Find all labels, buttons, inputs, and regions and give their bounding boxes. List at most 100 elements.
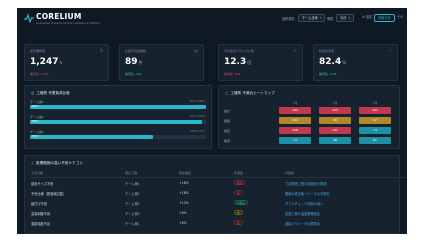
table-header-category: 不良分類 xyxy=(31,171,44,175)
cell-category: 塗装剥離不良 xyxy=(31,212,51,216)
bar-label: チーム第3 xyxy=(30,130,44,134)
gear-icon: ⚙ xyxy=(362,15,365,19)
cell-category: 不良仕様（図面誤記載） xyxy=(31,192,67,196)
heatmap-cell[interactable]: 73 xyxy=(279,137,311,144)
kpi-label: 平均手戻りサイクル数 xyxy=(224,49,254,53)
heatmap-cell[interactable]: 61 xyxy=(359,137,391,144)
scope-select[interactable]: チーム全体 ▾ xyxy=(298,14,326,22)
bar-track: BEST xyxy=(30,105,206,109)
heatmap-panel: ◫ 工種別 不適合ヒートマップ 1月 2月 3月 設計 182 153 161 製… xyxy=(218,85,400,149)
cell-process: チーム第2 xyxy=(125,192,140,196)
kpi-delta: 前月比 -0.6 xyxy=(224,72,240,76)
kpi-delta: 前月比 -3.1% xyxy=(30,72,49,76)
heatmap-column-header: 1月 xyxy=(292,101,298,105)
cell-action[interactable]: 寸法検査工程の自動化を実施 xyxy=(285,181,326,186)
heatmap-cell[interactable]: 153 xyxy=(319,107,351,114)
bar-value: 339h (27%) xyxy=(189,130,205,133)
cell-action[interactable]: 塗装工程の温度管理強化 xyxy=(285,211,320,216)
defect-table-panel: ◎ 影響範囲の高い不良ケテゴリ 不良分類 発生工程 発生頻度 影響度 対策案 部品… xyxy=(24,155,407,234)
dashboard-window: CORELIUM Al-Assisted Cross-Functional In… xyxy=(17,8,407,234)
brand-name: CORELIUM xyxy=(36,12,82,21)
period-select-value: 今月 xyxy=(340,16,347,20)
settings-button[interactable]: ⚙ 設定 xyxy=(359,14,375,22)
cell-process: チーム第1 xyxy=(125,182,140,186)
cell-frequency: +8% xyxy=(179,211,187,215)
kpi-card-spec-issues: 仕様不足指摘数 ▤ 89件 前月比 +12 xyxy=(119,44,204,81)
last-updated-label: 最終更新 xyxy=(282,17,295,21)
scope-select-value: チーム全体 xyxy=(302,16,318,20)
bar-track: BEST xyxy=(30,135,206,139)
heatmap-cell[interactable]: 161 xyxy=(359,107,391,114)
kpi-value: 89件 xyxy=(125,57,143,67)
heatmap-cell[interactable]: 48 xyxy=(319,137,351,144)
bar-value: 421h (34%) xyxy=(189,115,205,118)
heatmap-cell[interactable]: 102 xyxy=(279,117,311,124)
more-button[interactable]: その xyxy=(394,14,406,22)
check-icon: ✓ xyxy=(388,48,392,53)
heatmap-row-label: 検査 xyxy=(224,129,231,133)
table-divider xyxy=(30,177,407,178)
panel-title: ▥ 工種別 作業負荷比較 xyxy=(31,91,70,95)
bar-chart-icon: ▥ xyxy=(31,91,35,95)
kpi-delta: 前月比 +2.8 xyxy=(319,72,337,76)
heatmap-row-label: 物流 xyxy=(224,139,231,143)
settings-label: 設定 xyxy=(365,15,373,19)
panel-title: ◫ 工種別 不適合ヒートマップ xyxy=(225,91,275,95)
cell-frequency: +18% xyxy=(179,191,189,195)
kpi-card-spec-fulfillment: 仕様充足率 ✓ 82.4% 前月比 +2.8 xyxy=(313,44,398,81)
kpi-card-rework-cycles: 平均手戻りサイクル数 ↻ 12.3回 前月比 -0.6 xyxy=(218,44,303,81)
document-icon: ▤ xyxy=(194,48,198,53)
period-select[interactable]: 今月 ▾ xyxy=(336,14,354,22)
impact-badge: 中 xyxy=(234,210,243,215)
table-header-impact: 影響度 xyxy=(234,171,244,175)
cell-category: 溶接強度不足 xyxy=(31,222,51,226)
load-comparison-panel: ▥ 工種別 作業負荷比較 チーム第1 487h (39%) BEST チーム第2 … xyxy=(24,85,212,149)
kpi-delta: 前月比 +12 xyxy=(125,72,142,76)
more-label: その xyxy=(397,15,404,19)
detail-analysis-button[interactable]: 詳細分析 xyxy=(374,14,395,22)
heatmap-column-header: 3月 xyxy=(372,101,378,105)
cell-category: 部品サイズ不良 xyxy=(31,182,54,186)
panel-title: ◎ 影響範囲の高い不良ケテゴリ xyxy=(31,161,83,165)
heatmap-cell[interactable]: 156 xyxy=(279,127,311,134)
bar-fill: BEST xyxy=(30,120,203,124)
kpi-label: 総作業時間 xyxy=(30,49,46,53)
heatmap-cell[interactable]: 141 xyxy=(319,127,351,134)
heatmap-row-label: 設計 xyxy=(224,109,231,113)
kpi-label: 仕様不足指摘数 xyxy=(125,49,147,53)
cell-frequency: +18% xyxy=(179,181,189,185)
bar-fill: BEST xyxy=(30,105,206,109)
impact-badge: 最高 xyxy=(234,180,246,185)
cell-action[interactable]: ダブルチェック体制の導入 xyxy=(285,201,323,206)
cell-frequency: +12% xyxy=(179,201,189,205)
detail-analysis-label: 詳細分析 xyxy=(378,16,391,20)
kpi-card-total-hours: 総作業時間 ⏱ 1,247h 前月比 -3.1% xyxy=(24,44,109,81)
kpi-label: 仕様充足率 xyxy=(319,49,335,53)
bar-value: 487h (39%) xyxy=(189,100,205,103)
chevron-down-icon: ▾ xyxy=(319,16,322,20)
kpi-value: 1,247h xyxy=(30,57,63,67)
kpi-value: 12.3回 xyxy=(224,57,252,67)
kpi-value: 82.4% xyxy=(319,57,347,67)
impact-badge: 高 xyxy=(234,220,243,225)
cell-action[interactable]: 図面の修正版リリースの手順化 xyxy=(285,191,329,196)
bar-label: チーム第1 xyxy=(30,100,44,104)
cell-category: 組付け不良 xyxy=(31,202,47,206)
impact-badge: 中程度 xyxy=(234,200,248,205)
period-label: 期間 xyxy=(327,17,334,21)
heatmap-cell[interactable]: 182 xyxy=(279,107,311,114)
cell-process: チーム第2 xyxy=(125,202,140,206)
heatmap-cell[interactable]: 74 xyxy=(359,127,391,134)
clock-icon: ⏱ xyxy=(99,48,103,53)
table-header-action: 対策案 xyxy=(285,171,295,175)
table-header-frequency: 発生頻度 xyxy=(179,171,192,175)
bar-track: BEST xyxy=(30,120,206,124)
alert-icon: ◎ xyxy=(31,161,35,165)
heatmap-cell[interactable]: 88 xyxy=(319,117,351,124)
impact-badge: 高 xyxy=(234,190,243,195)
heatmap-cell[interactable]: 97 xyxy=(359,117,391,124)
cell-action[interactable]: 溶接パラメータの標準化 xyxy=(285,221,320,226)
grid-icon: ◫ xyxy=(225,91,229,95)
pulse-logo-icon xyxy=(24,13,34,23)
bar-fill: BEST xyxy=(30,135,154,139)
